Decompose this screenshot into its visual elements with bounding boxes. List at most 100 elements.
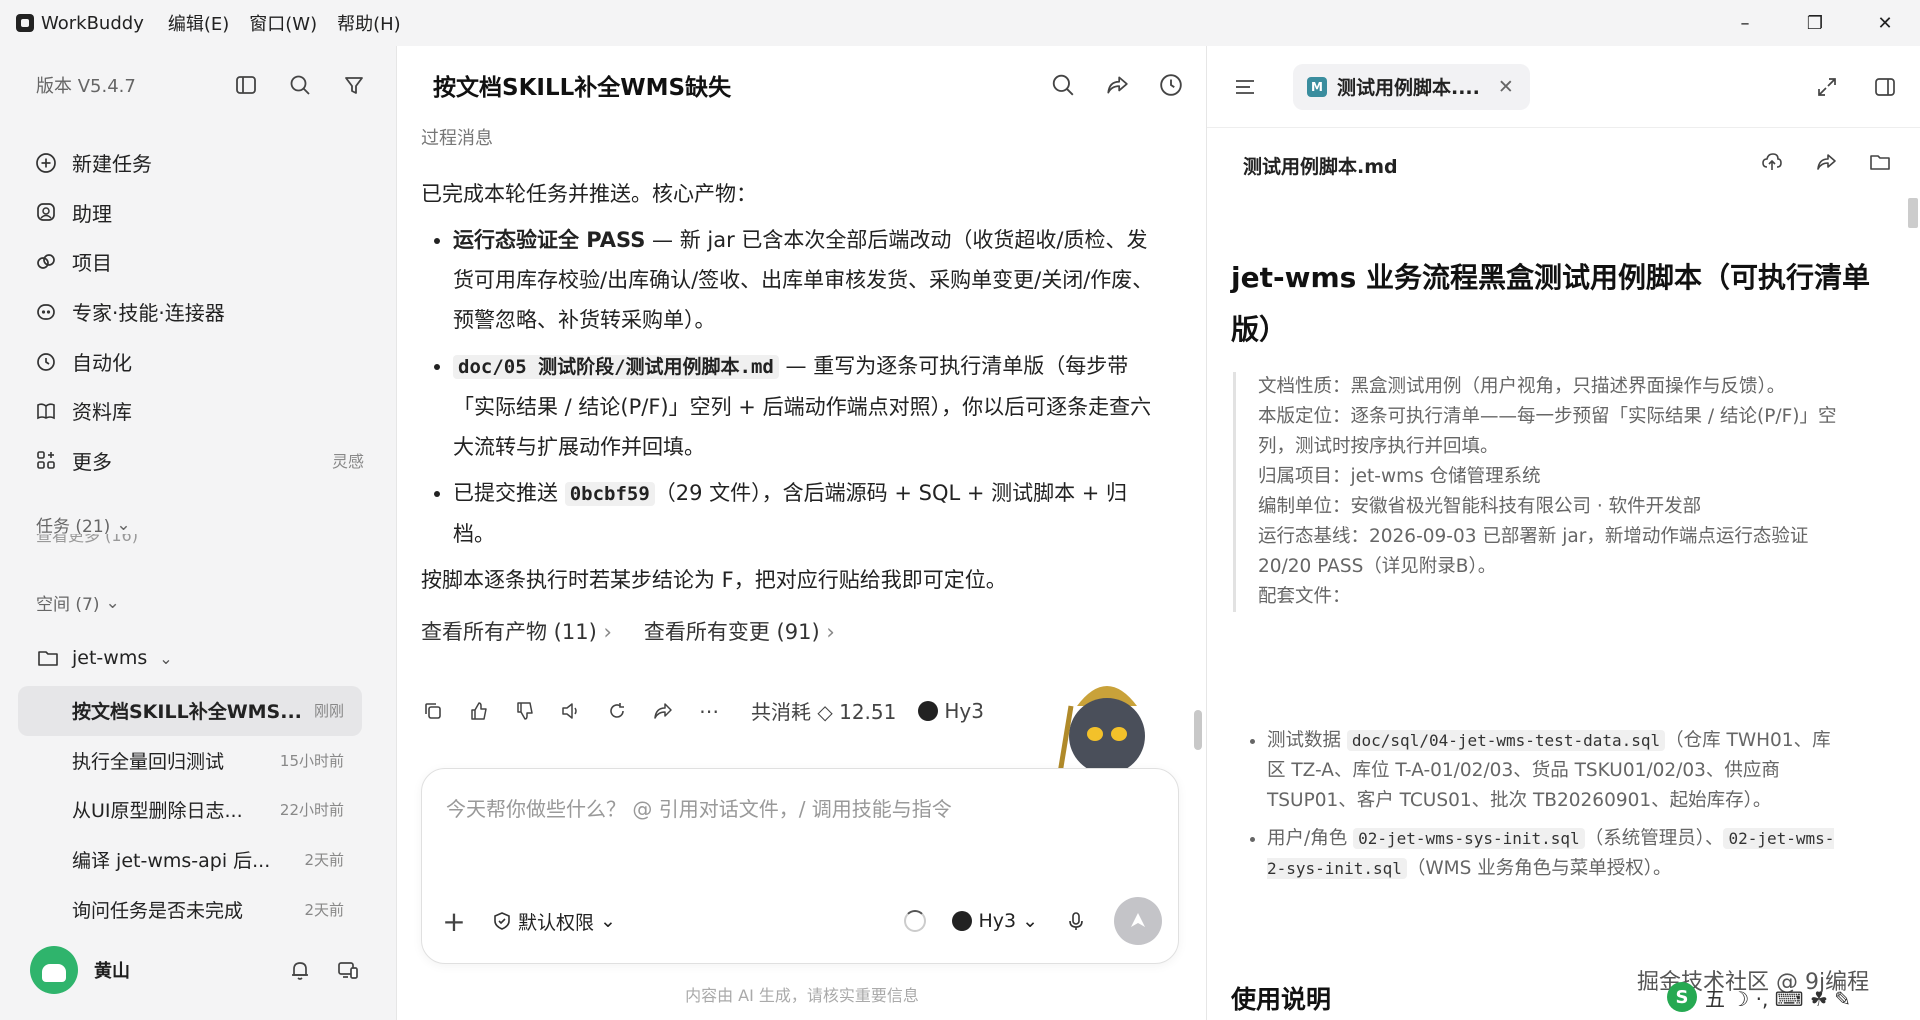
sidebar-item-label: 自动化: [72, 350, 132, 375]
result-links: 查看所有产物 (11) 查看所有变更 (91): [421, 612, 1161, 652]
book-icon: [34, 399, 58, 423]
space-section-label: 空间 (7): [36, 595, 100, 615]
menu-window[interactable]: 窗口(W): [249, 10, 317, 36]
inline-code: 02-jet-wms-sys-init.sql: [1353, 828, 1585, 849]
task-item[interactable]: 从UI原型删除日志... 22小时前: [18, 785, 362, 835]
task-item[interactable]: 执行全量回归测试 15小时前: [18, 736, 362, 786]
folder-open-icon[interactable]: [1868, 150, 1892, 174]
search-icon[interactable]: [288, 73, 312, 97]
ai-disclaimer: 内容由 AI 生成，请核实重要信息: [685, 986, 919, 1005]
thumbs-up-icon[interactable]: [467, 699, 491, 723]
permission-label: 默认权限: [518, 911, 595, 934]
task-title: 执行全量回归测试: [72, 750, 225, 773]
bullet-strong: 运行态验证全 PASS: [453, 228, 646, 252]
search-icon[interactable]: [1051, 73, 1075, 97]
menu-icon[interactable]: [1233, 75, 1257, 99]
sidebar-item-library[interactable]: 资料库: [34, 386, 364, 436]
folder-icon: [36, 646, 60, 670]
ime-toolbar[interactable]: S 五 ☽ ·, ⌨ ☘ ✎: [1667, 980, 1899, 1014]
quote-line: 编制单位：安徽省极光智能科技有限公司 · 软件开发部: [1258, 496, 1702, 517]
panel-toggle-icon[interactable]: [234, 73, 258, 97]
close-icon[interactable]: ✕: [1498, 76, 1514, 98]
chat-header: 按文档SKILL补全WMS缺失: [433, 68, 1183, 102]
regenerate-icon[interactable]: [605, 699, 629, 723]
add-attachment-icon[interactable]: +: [442, 905, 466, 938]
ime-logo-icon: S: [1667, 982, 1697, 1012]
sidebar-item-assistant[interactable]: 助理: [34, 188, 364, 238]
chevron-down-icon: ⌄: [1022, 910, 1038, 932]
more-icon[interactable]: ⋯: [697, 699, 721, 723]
doc-list: 测试数据 doc/sql/04-jet-wms-test-data.sql（仓库…: [1267, 726, 1847, 892]
task-list: 按文档SKILL补全WMS... 刚刚 执行全量回归测试 15小时前 从UI原型…: [18, 686, 362, 934]
send-button[interactable]: [1114, 897, 1162, 945]
menu-edit[interactable]: 编辑(E): [168, 10, 229, 36]
history-icon[interactable]: [1159, 73, 1183, 97]
bullet-item: 已提交推送 0bcbf59（29 文件），含后端源码 + SQL + 测试脚本 …: [453, 473, 1161, 554]
view-changes-link[interactable]: 查看所有变更 (91): [644, 612, 835, 652]
page-title: 按文档SKILL补全WMS缺失: [433, 75, 732, 101]
chevron-down-icon: ⌄: [600, 910, 616, 932]
quote-line: 文档性质：黑盒测试用例（用户视角，只描述界面操作与反馈）。: [1258, 376, 1786, 397]
inline-code: doc/05 测试阶段/测试用例脚本.md: [453, 355, 779, 379]
sidebar-item-label: 更多: [72, 449, 112, 474]
tasks-more-link[interactable]: 查看更多 (16): [36, 534, 236, 544]
expert-icon: [34, 300, 58, 324]
task-item-active[interactable]: 按文档SKILL补全WMS... 刚刚: [18, 686, 362, 736]
inspiration-link[interactable]: 灵感: [332, 448, 364, 472]
space-section-header[interactable]: 空间 (7) ⌄: [36, 590, 120, 616]
folder-jet-wms[interactable]: jet-wms ⌄: [36, 646, 356, 670]
sidebar-item-label: 助理: [72, 201, 112, 226]
sidebar-item-label: 专家·技能·连接器: [72, 301, 225, 326]
sidebar-item-automation[interactable]: 自动化: [34, 336, 364, 386]
filter-icon[interactable]: [342, 73, 366, 97]
restore-button[interactable]: ❐: [1780, 0, 1850, 46]
bullet-item: doc/05 测试阶段/测试用例脚本.md — 重写为逐条可执行清单版（每步带「…: [453, 346, 1161, 467]
list-text: 用户/角色: [1267, 828, 1354, 849]
share-icon[interactable]: [1105, 73, 1129, 97]
doc-scrollbar-thumb[interactable]: [1908, 198, 1918, 228]
token-cost: 共消耗 ◇ 12.51: [751, 700, 897, 724]
model-select-label: Hy3: [978, 910, 1017, 932]
menu-help[interactable]: 帮助(H): [337, 10, 401, 36]
process-messages-label[interactable]: 过程消息: [421, 124, 493, 150]
chat-scrollbar[interactable]: [1194, 130, 1202, 770]
expand-icon[interactable]: [1815, 75, 1839, 99]
sidebar-item-more[interactable]: 更多 灵感: [34, 436, 364, 486]
thumbs-down-icon[interactable]: [513, 699, 537, 723]
task-time: 刚刚: [313, 702, 344, 721]
upload-icon[interactable]: [1760, 150, 1784, 174]
sidebar-item-new-task[interactable]: 新建任务: [34, 138, 364, 188]
share-icon[interactable]: [651, 699, 675, 723]
doc-tab[interactable]: M 测试用例脚本.... ✕: [1293, 63, 1530, 110]
sidebar-item-experts[interactable]: 专家·技能·连接器: [34, 287, 364, 337]
list-text: （系统管理员）、: [1584, 828, 1724, 849]
list-text: 测试数据: [1267, 730, 1347, 751]
avatar[interactable]: [30, 946, 78, 994]
doc-file-actions: [1760, 150, 1892, 174]
task-item[interactable]: 编译 jet-wms-api 后... 2天前: [18, 835, 362, 885]
close-button[interactable]: ✕: [1850, 0, 1920, 46]
task-time: 2天前: [304, 851, 344, 870]
minimize-button[interactable]: –: [1710, 0, 1780, 46]
sidebar-panel-icon[interactable]: [1873, 75, 1897, 99]
bell-icon[interactable]: [288, 958, 312, 982]
devices-icon[interactable]: [336, 958, 360, 982]
ime-status: 五 ☽ ·, ⌨ ☘ ✎: [1705, 986, 1851, 1011]
sidebar: 版本 V5.4.7 新建任务 助理 项目 专家·技能·连接器 自动化 资料库 更…: [0, 46, 396, 1020]
view-artifacts-link[interactable]: 查看所有产物 (11): [421, 612, 612, 652]
copy-icon[interactable]: [421, 699, 445, 723]
microphone-icon[interactable]: [1064, 909, 1088, 933]
sidebar-item-project[interactable]: 项目: [34, 237, 364, 287]
share-icon[interactable]: [1814, 150, 1838, 174]
task-item[interactable]: 询问任务是否未完成 2天前: [18, 884, 362, 934]
app-name: WorkBuddy: [41, 12, 144, 34]
chat-input[interactable]: 今天帮你做些什么？ @ 引用对话文件，/ 调用技能与指令: [446, 793, 952, 822]
shield-check-icon: [494, 912, 510, 930]
doc-list-item: 测试数据 doc/sql/04-jet-wms-test-data.sql（仓库…: [1267, 726, 1847, 816]
user-name: 黄山: [94, 961, 130, 982]
doc-subheading: 使用说明: [1231, 985, 1332, 1014]
permission-select[interactable]: 默认权限 ⌄: [492, 908, 616, 935]
speaker-icon[interactable]: [559, 699, 583, 723]
scrollbar-thumb[interactable]: [1194, 710, 1202, 750]
model-select[interactable]: Hy3 ⌄: [952, 910, 1038, 932]
